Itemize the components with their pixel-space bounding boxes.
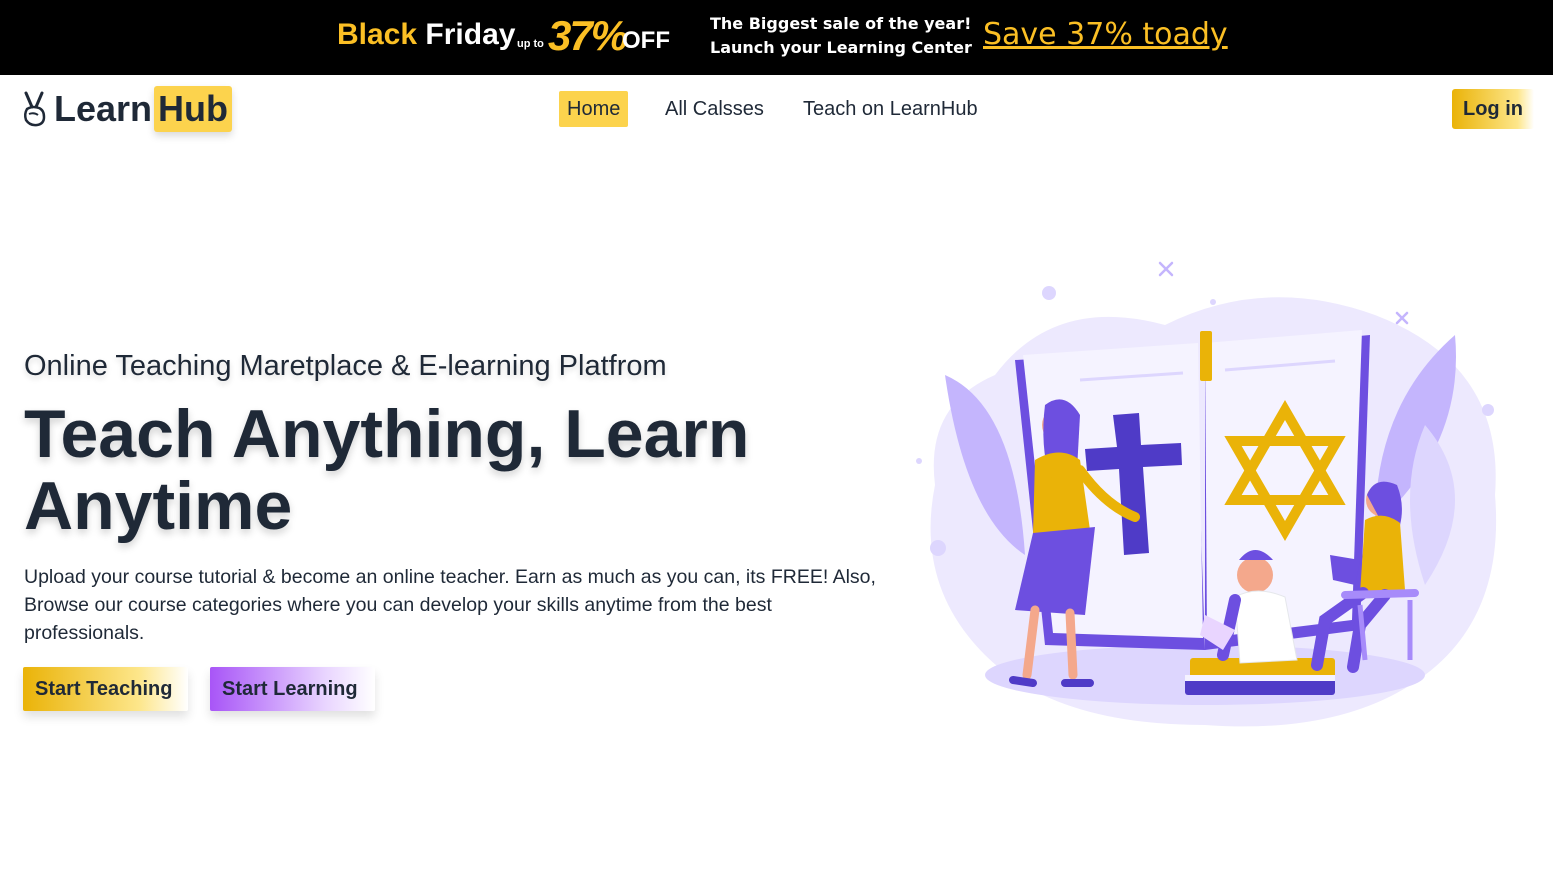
- promo-line-1: The Biggest sale of the year!: [710, 14, 972, 33]
- nav-teach-on-learnhub[interactable]: Teach on LearnHub: [803, 91, 978, 127]
- nav-all-classes[interactable]: All Calsses: [665, 91, 764, 127]
- promo-percent: 37%: [548, 12, 628, 59]
- promo-friday: Friday: [425, 18, 516, 51]
- brand-logo[interactable]: Learn Hub: [20, 83, 233, 135]
- promo-black: Black: [337, 18, 418, 51]
- hero-subtitle: Online Teaching Maretplace & E-learning …: [24, 350, 667, 382]
- brand-learn: Learn: [54, 88, 153, 129]
- promo-line-2: Launch your Learning Center: [710, 38, 972, 57]
- promo-banner: Black Friday up to 37% OFF The Biggest s…: [0, 0, 1553, 75]
- promo-up-to: up to: [517, 38, 544, 50]
- start-learning-button[interactable]: Start Learning: [210, 667, 375, 711]
- start-teaching-button[interactable]: Start Teaching: [23, 667, 188, 711]
- login-button[interactable]: Log in: [1452, 89, 1534, 129]
- victory-hand-icon: [23, 91, 46, 127]
- nav-home[interactable]: Home: [559, 91, 629, 127]
- hero-description: Upload your course tutorial & become an …: [24, 566, 876, 644]
- hero-title: Teach Anything, Learn Anytime: [24, 396, 750, 544]
- promo-save-link[interactable]: Save 37% toady: [983, 17, 1228, 52]
- promo-off: OFF: [622, 27, 670, 54]
- brand-hub: Hub: [154, 86, 233, 132]
- hero-illustration: [916, 261, 1497, 727]
- promo-black-friday: Black Friday: [337, 18, 515, 52]
